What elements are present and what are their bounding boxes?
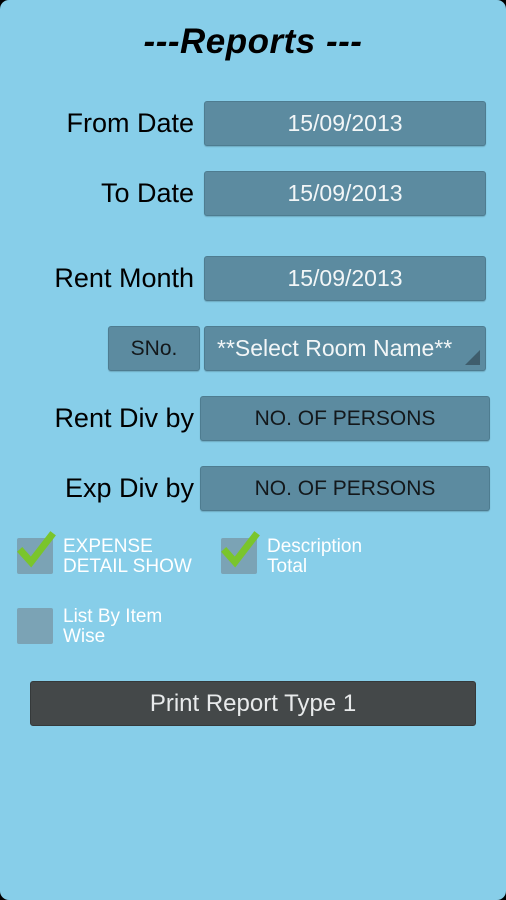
page-title: ---Reports --- [143, 22, 363, 61]
reports-screen: ---Reports --- From Date 15/09/2013 To D… [0, 0, 506, 900]
to-date-field[interactable]: 15/09/2013 [204, 171, 486, 216]
rent-div-by-label: Rent Div by [54, 403, 194, 433]
checkbox-description-total[interactable]: Description Total [221, 531, 363, 577]
checkbox-expense-detail-show[interactable]: EXPENSE DETAIL SHOW [17, 531, 192, 577]
rent-month-field[interactable]: 15/09/2013 [204, 256, 486, 301]
room-name-value: **Select Room Name** [217, 335, 453, 361]
check-icon [17, 531, 56, 568]
from-date-label: From Date [66, 108, 194, 138]
checkbox-box[interactable] [17, 608, 53, 644]
checkbox-box[interactable] [221, 531, 260, 574]
checkbox-label: Description Total [267, 536, 363, 577]
check-icon [221, 531, 260, 568]
serial-number-button[interactable]: SNo. [108, 326, 200, 371]
print-report-button[interactable]: Print Report Type 1 [30, 681, 476, 726]
checkbox-box[interactable] [17, 531, 56, 574]
checkbox-label: EXPENSE DETAIL SHOW [63, 536, 192, 577]
to-date-label: To Date [100, 178, 194, 208]
rent-div-by-field[interactable]: NO. OF PERSONS [200, 396, 490, 441]
checkbox-list-by-item-wise[interactable]: List By Item Wise [17, 606, 163, 647]
room-name-spinner[interactable]: **Select Room Name** [204, 326, 486, 371]
checkbox-label: List By Item Wise [63, 606, 163, 647]
exp-div-by-field[interactable]: NO. OF PERSONS [200, 466, 490, 511]
from-date-field[interactable]: 15/09/2013 [204, 101, 486, 146]
spinner-arrow-icon [465, 350, 480, 365]
exp-div-by-label: Exp Div by [64, 473, 194, 503]
rent-month-label: Rent Month [54, 263, 194, 293]
